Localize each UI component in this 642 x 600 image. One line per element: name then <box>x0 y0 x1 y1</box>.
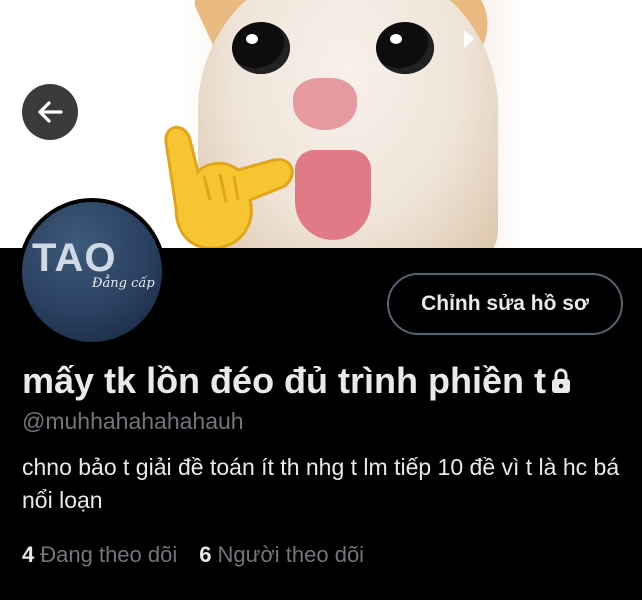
cat-nose <box>293 78 357 130</box>
following-count: 4 <box>22 542 35 567</box>
edit-profile-button[interactable]: Chỉnh sửa hồ sơ <box>387 273 623 335</box>
arrow-left-icon <box>38 101 63 123</box>
profile-handle: @muhhahahahahauh <box>22 408 244 434</box>
shaka-hand-emoji <box>164 126 294 248</box>
cat-tongue <box>295 150 371 240</box>
profile-bio: chno bảo t giải đề toán ít th nhg t lm t… <box>22 454 620 513</box>
followers-count: 6 <box>199 542 212 567</box>
avatar[interactable]: TAO Đẳng cấp <box>18 198 166 346</box>
avatar-logo: TAO <box>32 236 117 280</box>
lock-icon <box>552 368 571 393</box>
back-button[interactable] <box>22 84 78 140</box>
display-name: mấy tk lồn đéo đủ trình phiền t <box>22 360 547 401</box>
following-link[interactable]: 4 Đang theo dõi <box>22 542 177 568</box>
following-label: Đang theo dõi <box>40 542 178 567</box>
avatar-subtext: Đẳng cấp <box>92 276 155 291</box>
profile-name: mấy tk lồn đéo đủ trình phiền t <box>22 360 572 402</box>
followers-link[interactable]: 6 Người theo dõi <box>199 542 364 568</box>
cat-eye <box>376 22 434 74</box>
follow-stats: 4 Đang theo dõi 6 Người theo dõi <box>22 542 386 568</box>
followers-label: Người theo dõi <box>217 542 365 567</box>
cat-eye <box>232 22 290 74</box>
sparkle-icon <box>464 30 474 48</box>
